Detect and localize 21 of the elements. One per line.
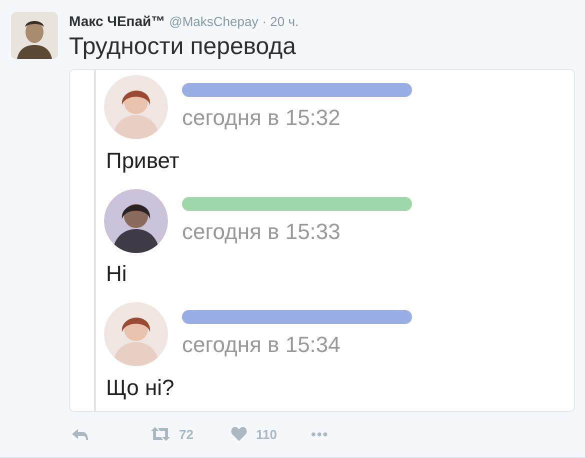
message-time: сегодня в 15:34 <box>182 332 342 358</box>
avatar <box>104 302 168 366</box>
author-handle[interactable]: @MaksChepay <box>169 14 258 29</box>
message-time: сегодня в 15:33 <box>182 218 342 244</box>
heart-icon[interactable] <box>231 427 247 441</box>
retweet-count: 72 <box>179 426 194 442</box>
message-text: Що ні? <box>106 375 176 402</box>
tweet-text: Трудности перевода <box>69 33 297 61</box>
like-count: 110 <box>256 426 277 442</box>
more-button[interactable]: ••• <box>311 426 329 442</box>
author-name[interactable]: Макс ЧЕпай™ <box>69 13 166 29</box>
retweet-icon[interactable] <box>151 427 170 441</box>
avatar <box>104 188 168 252</box>
message-time: сегодня в 15:32 <box>182 104 342 131</box>
reply-icon[interactable] <box>71 428 88 440</box>
message-text: Ні <box>106 261 128 288</box>
avatar <box>104 74 168 139</box>
avatar[interactable] <box>11 12 58 59</box>
chat-screenshot[interactable]: сегодня в 15:32 Привет сегодня в 15:33 Ні сегодня в 15:34 Що ні? <box>69 69 575 412</box>
message-text: Привет <box>106 148 180 174</box>
tweet-time[interactable]: · 20 ч. <box>262 14 299 29</box>
